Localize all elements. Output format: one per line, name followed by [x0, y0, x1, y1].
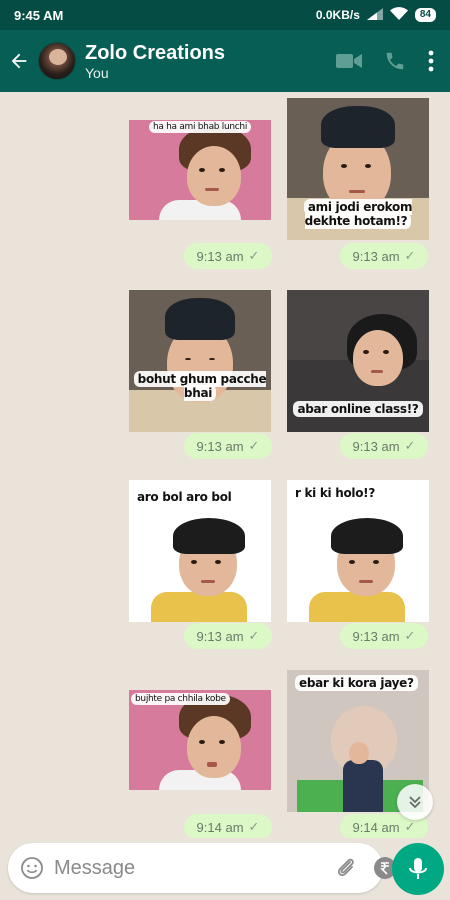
- sticker-caption: r ki ki holo!?: [295, 486, 376, 500]
- message-time: 9:13 am ✓: [340, 433, 428, 459]
- message-time: 9:13 am ✓: [184, 623, 272, 649]
- message-composer: [8, 843, 435, 893]
- message-time: 9:14 am ✓: [184, 814, 272, 838]
- sticker-caption: ebar ki kora jaye?: [295, 675, 418, 691]
- message-input[interactable]: [54, 856, 319, 880]
- sticker-caption: bohut ghum pacche bhai: [133, 371, 267, 401]
- avatar[interactable]: [38, 42, 76, 80]
- sticker-caption: abar online class!?: [293, 401, 423, 417]
- check-icon: ✓: [404, 628, 416, 643]
- contact-name: Zolo Creations: [85, 41, 226, 64]
- check-icon: ✓: [404, 248, 416, 263]
- paperclip-icon: [337, 858, 354, 877]
- contact-subtitle: You: [85, 64, 109, 81]
- attach-button[interactable]: [335, 856, 357, 880]
- sticker-message[interactable]: aro bol aro bol: [129, 480, 271, 622]
- sticker-caption: aro bol aro bol: [137, 490, 232, 504]
- sticker-caption: bujhte pa chhila kobe: [131, 693, 230, 705]
- arrow-left-icon: [11, 53, 27, 69]
- sticker-caption: ami jodi erokom dekhte hotam!?: [303, 199, 413, 229]
- message-time: 9:13 am ✓: [184, 433, 272, 459]
- voice-message-button[interactable]: [392, 843, 444, 895]
- voice-call-button[interactable]: [384, 50, 406, 72]
- network-speed: 0.0KB/s: [315, 8, 360, 22]
- message-time: 9:13 am ✓: [184, 243, 272, 269]
- chat-header: Zolo Creations You: [0, 30, 450, 92]
- sticker-caption: ha ha ami bhab lunchi: [148, 121, 252, 133]
- more-vertical-icon: [428, 50, 434, 72]
- emoji-icon: [21, 857, 43, 879]
- check-icon: ✓: [248, 628, 260, 643]
- mic-icon: [409, 858, 427, 879]
- back-button[interactable]: [0, 50, 38, 72]
- sticker-message[interactable]: bohut ghum pacche bhai: [129, 290, 271, 432]
- sticker-message[interactable]: bujhte pa chhila kobe: [129, 690, 271, 790]
- check-icon: ✓: [248, 248, 260, 263]
- more-options-button[interactable]: [428, 50, 434, 72]
- double-chevron-down-icon: [409, 796, 421, 809]
- emoji-button[interactable]: [20, 856, 44, 880]
- wifi-icon: [389, 7, 408, 23]
- sticker-message[interactable]: ha ha ami bhab lunchi: [129, 120, 271, 220]
- chat-area[interactable]: ha ha ami bhab lunchi 9:13 am ✓ ami jodi …: [0, 92, 450, 838]
- sticker-message[interactable]: ami jodi erokom dekhte hotam!?: [287, 98, 429, 240]
- sticker-message[interactable]: r ki ki holo!?: [287, 480, 429, 622]
- video-call-icon: [336, 54, 362, 68]
- check-icon: ✓: [404, 819, 416, 834]
- message-time: 9:13 am ✓: [340, 243, 428, 269]
- scroll-to-bottom-button[interactable]: [397, 784, 433, 820]
- check-icon: ✓: [248, 438, 260, 453]
- check-icon: ✓: [248, 819, 260, 834]
- phone-icon: [386, 52, 404, 70]
- status-bar: 9:45 AM 0.0KB/s 84: [0, 0, 450, 30]
- status-time: 9:45 AM: [14, 7, 64, 23]
- check-icon: ✓: [404, 438, 416, 453]
- contact-info[interactable]: Zolo Creations You: [85, 41, 336, 82]
- message-time: 9:13 am ✓: [340, 623, 428, 649]
- video-call-button[interactable]: [336, 51, 362, 71]
- sticker-message[interactable]: abar online class!?: [287, 290, 429, 432]
- signal-icon: [366, 7, 383, 23]
- battery-indicator: 84: [414, 8, 436, 22]
